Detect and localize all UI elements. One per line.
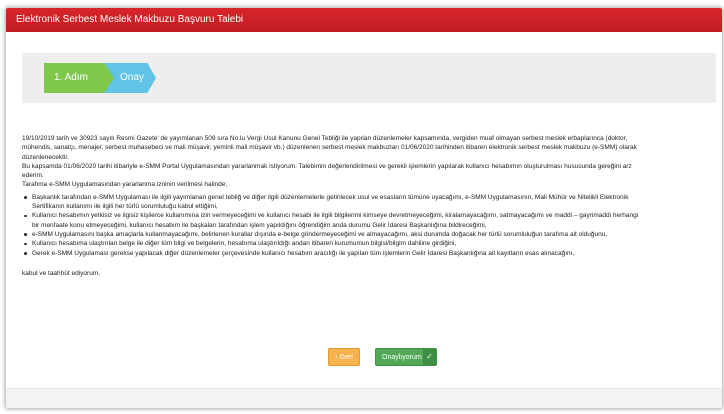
step-1-label: 1. Adım — [54, 72, 88, 83]
check-icon: ✓ — [423, 349, 436, 365]
list-item-line: bir menfaate konu etmeyeceğimi, kullanıc… — [32, 221, 487, 229]
list-item-line: Kullanıcı hesabıma ulaştırılan belge ile… — [32, 240, 457, 248]
back-button[interactable]: ‹ Geri — [328, 348, 360, 366]
list-item: Başkanlık tarafından e-SMM Uygulaması il… — [24, 193, 718, 212]
page-header: Elektronik Serbest Meslek Makbuzu Başvur… — [6, 8, 722, 32]
list-item-line: Sertifikanın kullanımı ile ilgili her tü… — [32, 203, 218, 211]
agreement-text: 19/10/2019 tarih ve 30923 sayılı Resmi G… — [22, 134, 718, 278]
list-item: Kullanıcı hesabımın yetkisiz ve ilgisiz … — [24, 211, 718, 230]
list-item: Kullanıcı hesabıma ulaştırılan belge ile… — [24, 239, 718, 248]
footer-bar — [6, 388, 722, 408]
commitments-list: Başkanlık tarafından e-SMM Uygulaması il… — [22, 193, 718, 258]
list-item-line: Kullanıcı hesabımın yetkisiz ve ilgisiz … — [32, 212, 639, 220]
paragraph-1-line: 19/10/2019 tarih ve 30923 sayılı Resmi G… — [22, 135, 628, 142]
application-window: Elektronik Serbest Meslek Makbuzu Başvur… — [6, 8, 722, 408]
list-item-line: Başkanlık tarafından e-SMM Uygulaması il… — [32, 193, 629, 201]
chevron-left-icon: ‹ — [335, 354, 338, 361]
step-1-tab: 1. Adım — [44, 63, 114, 93]
paragraph-3: Tarafıma e-SMM Uygulamasından yararlanma… — [22, 181, 228, 189]
confirm-button[interactable]: Onaylıyorum ✓ — [375, 348, 437, 366]
list-item: Gerek e-SMM Uygulaması gerekse yapılacak… — [24, 249, 718, 258]
list-item-line: Gerek e-SMM Uygulaması gerekse yapılacak… — [32, 249, 575, 257]
closing-statement: kabul ve taahhüt ediyorum. — [22, 269, 101, 277]
paragraph-1-line: düzenlenecektir. — [22, 153, 69, 161]
paragraph-1-line: mühendis, sanatçı, menajer, serbest muha… — [22, 144, 637, 152]
paragraph-2-line: ederim. — [22, 172, 44, 180]
confirm-button-label: Onaylıyorum — [382, 354, 422, 361]
paragraph-2-line: Bu kapsamda 01/06/2020 tarihi itibariyle… — [22, 162, 632, 170]
list-item: e-SMM Uygulamasını başka amaçlarla kulla… — [24, 230, 718, 239]
wizard-steps: 1. Adım Onay — [22, 53, 716, 103]
step-2-label: Onay — [120, 72, 144, 83]
page-title: Elektronik Serbest Meslek Makbuzu Başvur… — [16, 14, 244, 25]
back-button-label: Geri — [339, 354, 353, 361]
list-item-line: e-SMM Uygulamasını başka amaçlarla kulla… — [32, 230, 608, 238]
